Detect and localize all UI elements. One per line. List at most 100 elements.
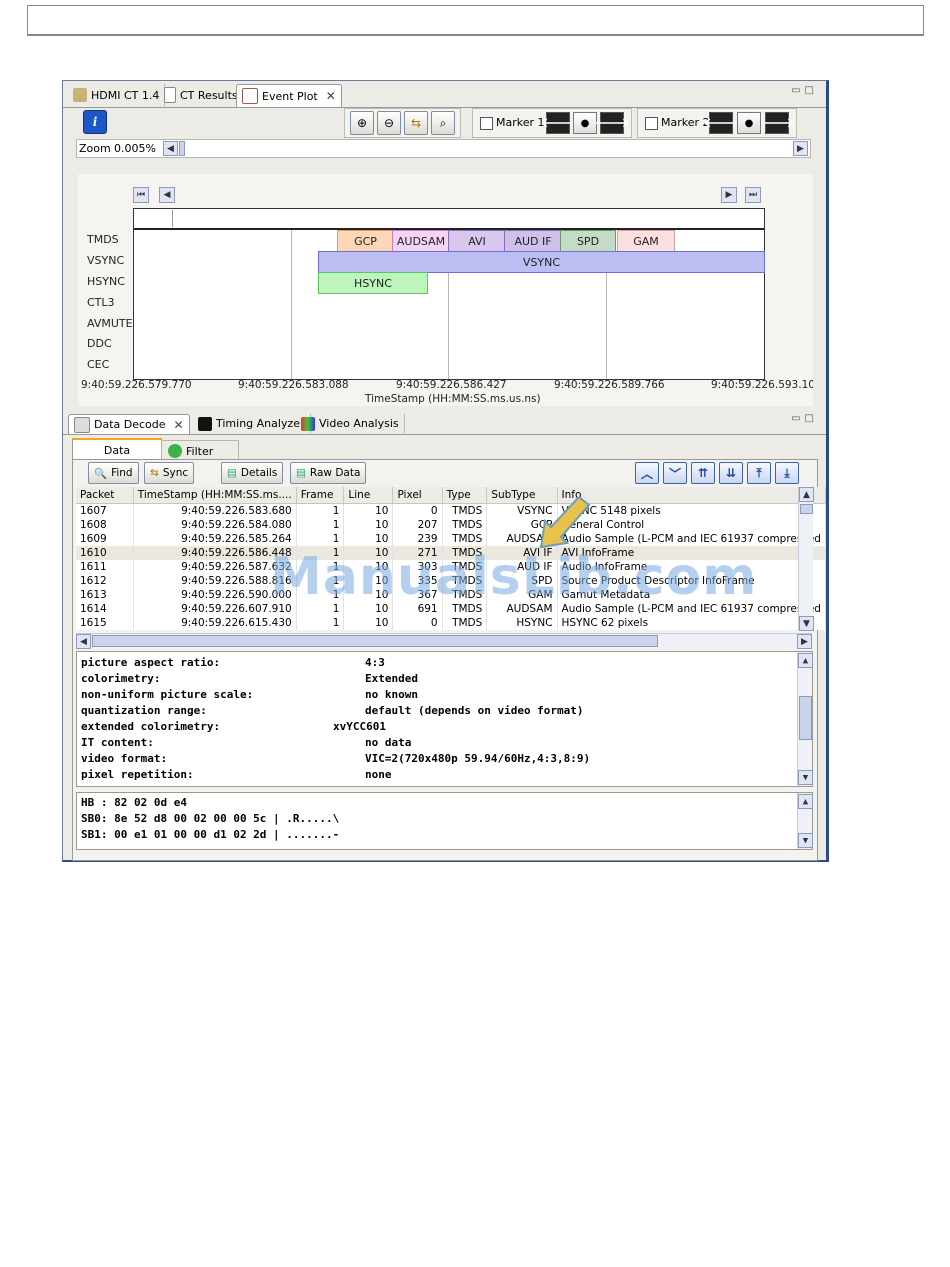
marker1-next-icon[interactable]: 🡒 [595, 112, 629, 134]
scroll-down-icon[interactable]: ▼ [798, 833, 813, 848]
marker2-next-icon[interactable]: 🡒 [760, 112, 794, 134]
packet-gcp[interactable]: GCP [337, 230, 394, 252]
hsync-bar[interactable]: HSYNC [318, 272, 428, 294]
table-cell: 1613 [76, 588, 134, 602]
packet-aud-if[interactable]: AUD IF [504, 230, 562, 252]
close-icon[interactable]: ✕ [326, 89, 336, 103]
decoded-fields-pane: picture aspect ratio: 4:3 colorimetry: Exte… [76, 651, 813, 787]
tab-video-analysis[interactable]: Video Analysis [296, 414, 405, 433]
first-icon[interactable]: ⤒ [747, 462, 771, 484]
next-page-icon[interactable]: ▶ [721, 187, 737, 203]
table-row[interactable]: 1607 9:40:59.226.583.680 1 10 0 TMDS VSYNC VSYN… [76, 503, 827, 518]
scroll-up-icon[interactable]: ▲ [799, 487, 814, 502]
column-header[interactable]: Frame [296, 487, 345, 504]
previous-page-icon[interactable]: ◀ [159, 187, 175, 203]
scroll-thumb[interactable] [799, 696, 812, 740]
table-cell: HSYNC 62 pixels [557, 616, 827, 630]
close-icon[interactable]: ✕ [174, 418, 184, 432]
plot-canvas[interactable]: GCP AUDSAM AVI AUD IF SPD GAM VSYNC HSYN… [133, 208, 765, 380]
marker1-center-icon[interactable]: ● [573, 112, 597, 134]
scroll-down-icon[interactable]: ▼ [798, 770, 813, 785]
tab-event-plot[interactable]: Event Plot ✕ [236, 84, 342, 107]
packet-avi[interactable]: AVI [448, 230, 506, 252]
table-cell: AUD IF [486, 560, 558, 574]
table-cell: 271 [392, 546, 443, 560]
table-hscroll[interactable]: ◀ ▶ [76, 633, 812, 649]
marker2-center-icon[interactable]: ● [737, 112, 761, 134]
scroll-down-icon[interactable]: ▼ [799, 616, 814, 631]
next-icon[interactable]: ﹀ [663, 462, 687, 484]
minimize-icon[interactable]: ▭ [791, 85, 804, 96]
table-row[interactable]: 1613 9:40:59.226.590.000 1 10 367 TMDS GAM Gamu… [76, 588, 827, 602]
packet-gam[interactable]: GAM [617, 230, 675, 252]
details-button[interactable]: ▤ Details [221, 462, 284, 484]
table-cell: 1 [296, 546, 345, 560]
tab-timing-analyzer[interactable]: Timing Analyzer [193, 414, 311, 433]
scroll-left-icon[interactable]: ◀ [76, 634, 91, 649]
table-row[interactable]: 1608 9:40:59.226.584.080 1 10 207 TMDS GCP Gene… [76, 518, 827, 532]
button-label: Raw Data [309, 467, 361, 479]
checkbox-box[interactable] [645, 116, 658, 130]
tab-data-decode[interactable]: Data Decode ✕ [68, 414, 190, 434]
zoom-in-icon[interactable]: ⊕ [350, 111, 374, 135]
packet-spd[interactable]: SPD [560, 230, 616, 252]
previous-icon[interactable]: ︿ [635, 462, 659, 484]
last-page-icon[interactable]: ⏭ [745, 187, 761, 203]
minimize-icon[interactable]: ▭ [791, 413, 804, 424]
scroll-right-icon[interactable]: ▶ [793, 141, 808, 156]
tab-hdmi-ct[interactable]: HDMI CT 1.4 [68, 84, 166, 106]
first-page-icon[interactable]: ⏮ [133, 187, 149, 203]
column-header[interactable]: Pixel [392, 487, 443, 504]
zoom-row: Zoom 0.005% ◀ ▶ [76, 139, 811, 158]
column-header[interactable]: Type [442, 487, 488, 504]
table-cell: 1 [296, 588, 345, 602]
decode-value: VIC=2(720x480p 59.94/60Hz,4:3,8:9) [365, 752, 591, 765]
table-row[interactable]: 1612 9:40:59.226.588.816 1 10 335 TMDS SPD Sour… [76, 574, 827, 588]
scroll-thumb[interactable] [92, 635, 658, 647]
last-icon[interactable]: ⤓ [775, 462, 799, 484]
marker1-checkbox[interactable]: Marker 1 [480, 116, 545, 130]
tab-ct-results[interactable]: CT Results [159, 84, 244, 106]
column-header[interactable]: Info [557, 487, 827, 504]
info-icon[interactable]: i [83, 110, 107, 134]
table-row[interactable]: 1611 9:40:59.226.587.632 1 10 303 TMDS AUD IF A… [76, 560, 827, 574]
scroll-thumb[interactable] [800, 504, 813, 514]
raw-data-button[interactable]: ▤ Raw Data [290, 462, 367, 484]
subtab-data[interactable]: Data [72, 438, 162, 460]
vsync-bar[interactable]: VSYNC [318, 251, 765, 273]
table-row[interactable]: 1610 9:40:59.226.586.448 1 10 271 TMDS AVI IF A… [76, 546, 827, 560]
find-button[interactable]: 🔍 Find [88, 462, 139, 484]
page-up-icon[interactable]: ⇈ [691, 462, 715, 484]
scroll-right-icon[interactable]: ▶ [797, 634, 812, 649]
sync-button[interactable]: ⇆ Sync [144, 462, 195, 484]
raw-vscroll[interactable]: ▲ ▼ [797, 793, 813, 849]
column-header[interactable]: TimeStamp (HH:MM:SS.ms.... [133, 487, 297, 504]
marker1-prev-icon[interactable]: 🡐 [541, 112, 575, 134]
scroll-up-icon[interactable]: ▲ [798, 794, 813, 809]
zoom-scroll-thumb[interactable] [179, 141, 185, 156]
packet-audsam[interactable]: AUDSAM [392, 230, 450, 252]
maximize-icon[interactable]: □ [805, 85, 818, 96]
scroll-left-icon[interactable]: ◀ [163, 141, 178, 156]
maximize-icon[interactable]: □ [805, 413, 818, 424]
table-vscroll[interactable]: ▲ ▼ [798, 487, 814, 631]
scroll-up-icon[interactable]: ▲ [798, 653, 813, 668]
table-cell: TMDS [442, 602, 488, 616]
marker2-checkbox[interactable]: Marker 2 [645, 116, 710, 130]
table-row[interactable]: 1609 9:40:59.226.585.264 1 10 239 TMDS AUDSAM A… [76, 532, 827, 546]
zoom-out-icon[interactable]: ⊖ [377, 111, 401, 135]
row-label-vsync: VSYNC [87, 254, 125, 267]
table-cell: TMDS [442, 518, 488, 532]
marker2-prev-icon[interactable]: 🡐 [704, 112, 738, 134]
zoom-fit-icon[interactable]: ⇆ [404, 111, 428, 135]
subtab-filter[interactable]: Filter [161, 440, 239, 461]
zoom-selection-icon[interactable]: ⌕ [431, 111, 455, 135]
page-down-icon[interactable]: ⇊ [719, 462, 743, 484]
column-header[interactable]: Packet [76, 487, 134, 504]
table-row[interactable]: 1615 9:40:59.226.615.430 1 10 0 TMDS HSYNC HSYN… [76, 616, 827, 630]
checkbox-box[interactable] [480, 116, 493, 130]
decode-vscroll[interactable]: ▲ ▼ [797, 652, 813, 786]
column-header[interactable]: Line [343, 487, 394, 504]
table-row[interactable]: 1614 9:40:59.226.607.910 1 10 691 TMDS AUDSAM A… [76, 602, 827, 616]
table-cell: 1 [296, 560, 345, 574]
